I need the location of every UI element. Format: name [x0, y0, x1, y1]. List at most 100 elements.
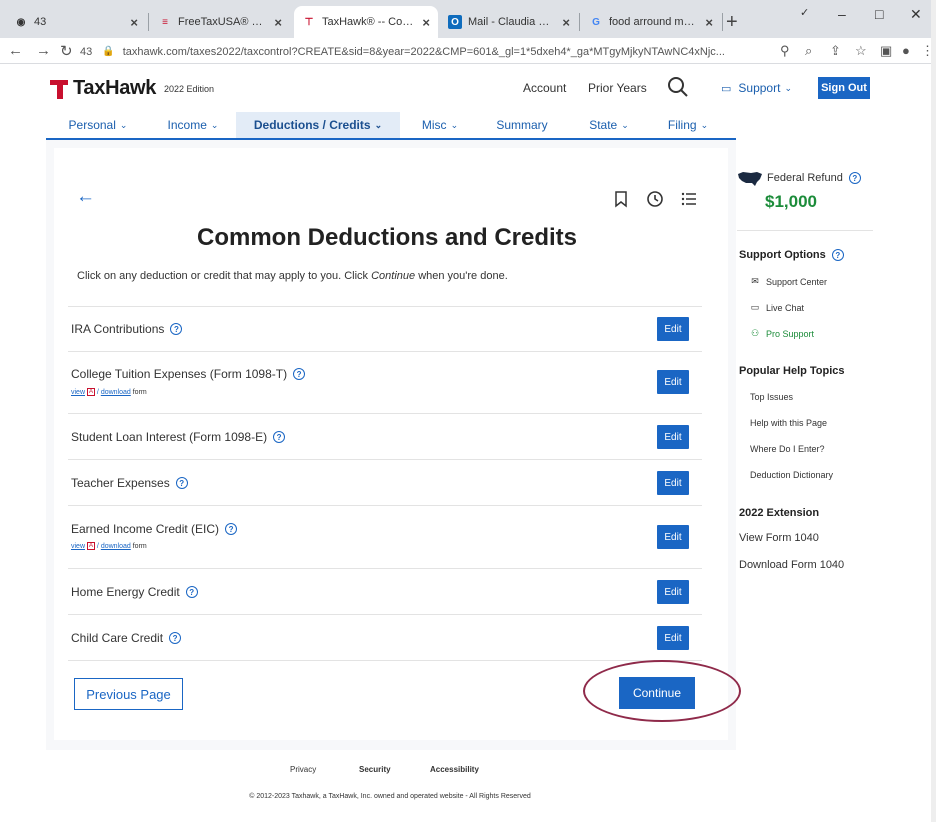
nav-summary[interactable]: Summary — [488, 112, 556, 138]
view-form-link[interactable]: view — [71, 543, 85, 550]
chevron-down-icon: ⌄ — [374, 119, 383, 130]
url-field[interactable]: 43 🔒 taxhawk.com/taxes2022/taxcontrol?CR… — [80, 42, 760, 61]
edition-label: 2022 Edition — [164, 84, 215, 94]
nav-state[interactable]: State ⌄ — [578, 112, 640, 138]
help-topic-link[interactable]: Deduction Dictionary — [750, 470, 833, 480]
browser-tab[interactable]: ≡ FreeTaxUSA® FREE Ta × — [150, 6, 290, 38]
tab-search-icon[interactable]: ✓ — [800, 6, 809, 19]
nav-filing[interactable]: Filing ⌄ — [660, 112, 716, 138]
view-form-1040-link[interactable]: View Form 1040 — [739, 532, 819, 544]
side-panel-icon[interactable]: ▣ — [880, 43, 892, 59]
list-item[interactable]: Child Care Credit? Edit — [68, 615, 702, 661]
search-icon[interactable] — [667, 76, 689, 98]
share-icon[interactable]: ⇪ — [830, 43, 841, 59]
download-form-link[interactable]: download — [101, 389, 131, 396]
bookmark-icon[interactable] — [612, 190, 630, 208]
sign-out-button[interactable]: Sign Out — [818, 77, 870, 99]
close-tab-icon[interactable]: × — [274, 15, 282, 30]
privacy-link[interactable]: Privacy — [290, 765, 316, 774]
prior-years-link[interactable]: Prior Years — [588, 81, 647, 95]
list-item[interactable]: Student Loan Interest (Form 1098-E)? Edi… — [68, 414, 702, 460]
maximize-icon[interactable]: □ — [875, 6, 883, 22]
close-tab-icon[interactable]: × — [562, 15, 570, 30]
permissions-icon[interactable]: ⚲ — [780, 43, 790, 59]
intro-text: Click on any deduction or credit that ma… — [77, 270, 508, 282]
browser-tab[interactable]: O Mail - Claudia Sane - × — [440, 6, 578, 38]
back-icon[interactable]: ← — [8, 42, 23, 59]
close-tab-icon[interactable]: × — [705, 15, 713, 30]
download-form-1040-link[interactable]: Download Form 1040 — [739, 559, 844, 571]
help-icon[interactable]: ? — [170, 323, 183, 335]
back-arrow-icon[interactable]: ← — [76, 186, 95, 208]
help-topic-link[interactable]: Where Do I Enter? — [750, 444, 825, 454]
row-label-text: Child Care Credit — [71, 631, 164, 645]
help-icon[interactable]: ? — [273, 431, 286, 443]
pro-support-link[interactable]: ⚇ Pro Support — [749, 328, 814, 339]
row-label: Child Care Credit? — [71, 631, 182, 645]
mail-icon: ✉ — [751, 276, 759, 286]
list-item[interactable]: College Tuition Expenses (Form 1098-T)? … — [68, 352, 702, 414]
tab-title: food arround me - Go — [609, 16, 699, 28]
forward-icon[interactable]: → — [36, 42, 51, 59]
list-menu-icon[interactable] — [680, 190, 698, 208]
page-title: Common Deductions and Credits — [196, 224, 578, 251]
nav-personal[interactable]: Personal ⌄ — [46, 112, 150, 138]
taxhawk-favicon-icon: ⊤ — [304, 16, 314, 28]
support-center-link[interactable]: ✉ Support Center — [749, 276, 827, 287]
lock-icon: 🔒 — [102, 46, 115, 57]
browser-tab[interactable]: G food arround me - Go × — [581, 6, 721, 38]
help-icon[interactable]: ? — [831, 249, 844, 261]
nav-deductions-credits[interactable]: Deductions / Credits ⌄ — [236, 112, 400, 138]
chrome-icon: ◉ — [16, 16, 26, 28]
history-clock-icon[interactable] — [646, 190, 664, 208]
live-chat-link[interactable]: ▭ Live Chat — [749, 302, 804, 313]
edit-button[interactable]: Edit — [657, 626, 689, 650]
deduction-list: IRA Contributions? Edit College Tuition … — [68, 306, 702, 661]
new-tab-icon[interactable]: + — [726, 11, 738, 34]
support-item-label: Support Center — [766, 276, 828, 287]
help-icon[interactable]: ? — [169, 632, 182, 644]
edit-button[interactable]: Edit — [657, 471, 689, 495]
continue-button[interactable]: Continue — [619, 677, 695, 709]
edit-button[interactable]: Edit — [657, 317, 689, 341]
help-icon[interactable]: ? — [225, 523, 238, 535]
list-item[interactable]: IRA Contributions? Edit — [68, 307, 702, 352]
browser-tab-active[interactable]: ⊤ TaxHawk® -- Comm × — [294, 6, 438, 38]
list-item[interactable]: Home Energy Credit? Edit — [68, 569, 702, 615]
bookmark-star-icon[interactable]: ☆ — [855, 43, 867, 59]
zoom-icon[interactable]: ⌕ — [805, 43, 812, 59]
edit-button[interactable]: Edit — [657, 370, 689, 394]
help-icon[interactable]: ? — [185, 586, 198, 598]
close-window-icon[interactable]: ✕ — [910, 6, 922, 23]
minimize-icon[interactable]: – — [838, 6, 846, 22]
taxhawk-logo[interactable]: TaxHawk — [50, 77, 156, 100]
download-form-link[interactable]: download — [101, 543, 131, 550]
nav-income[interactable]: Income ⌄ — [150, 112, 236, 138]
list-item[interactable]: Earned Income Credit (EIC)? view A / dow… — [68, 506, 702, 569]
form-word: form — [132, 542, 147, 550]
edit-button[interactable]: Edit — [657, 425, 689, 449]
help-icon[interactable]: ? — [848, 172, 861, 184]
close-tab-icon[interactable]: × — [422, 15, 430, 30]
edit-button[interactable]: Edit — [657, 525, 689, 549]
close-tab-icon[interactable]: × — [130, 15, 138, 30]
nav-misc[interactable]: Misc ⌄ — [406, 112, 474, 138]
accessibility-link[interactable]: Accessibility — [430, 765, 479, 774]
profile-icon[interactable]: ● — [902, 43, 910, 58]
previous-page-button[interactable]: Previous Page — [74, 678, 183, 710]
help-topic-link[interactable]: Help with this Page — [750, 418, 827, 428]
help-topic-link[interactable]: Top Issues — [750, 392, 793, 402]
help-icon[interactable]: ? — [175, 477, 188, 489]
browser-tab[interactable]: ◉ 43 × — [6, 6, 146, 38]
divider — [737, 230, 873, 231]
chevron-down-icon: ⌄ — [210, 119, 219, 130]
security-link[interactable]: Security — [359, 765, 391, 774]
edit-button[interactable]: Edit — [657, 580, 689, 604]
help-icon[interactable]: ? — [293, 368, 306, 380]
list-item[interactable]: Teacher Expenses? Edit — [68, 460, 702, 506]
reload-icon[interactable]: ↻ — [60, 42, 73, 60]
support-menu[interactable]: ▭ Support ⌄ — [721, 81, 792, 95]
account-link[interactable]: Account — [523, 81, 566, 95]
view-form-link[interactable]: view — [71, 389, 85, 396]
browser-tab-strip: ◉ 43 × ≡ FreeTaxUSA® FREE Ta × ⊤ TaxHawk… — [0, 0, 936, 38]
